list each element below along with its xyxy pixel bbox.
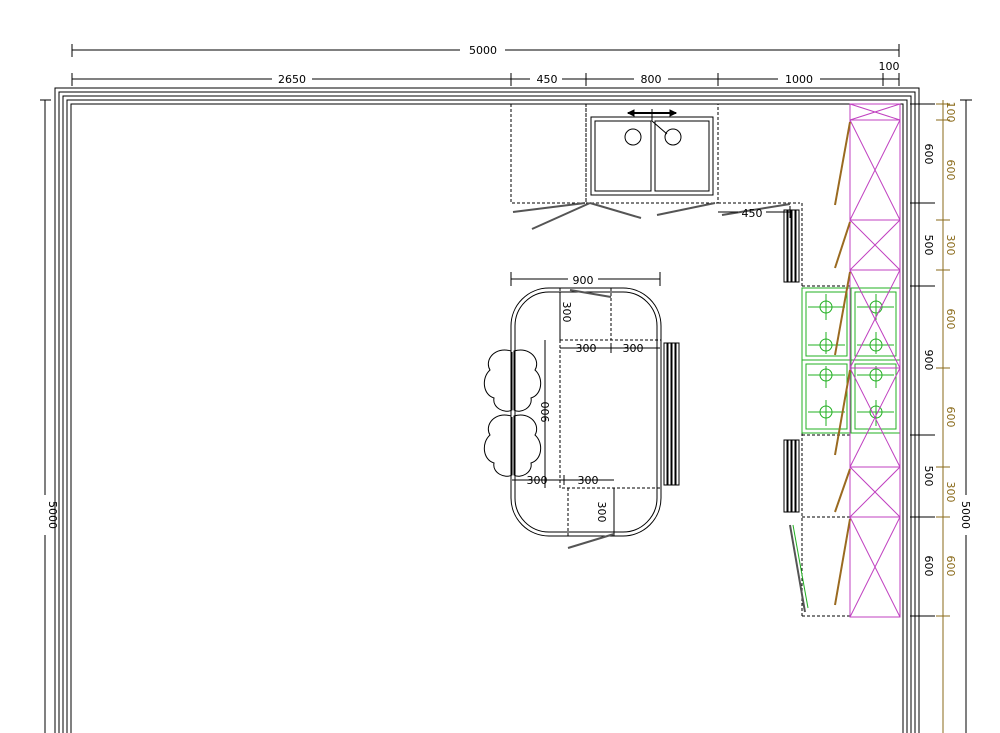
kitchen-floor-plan: 5000 2650 450 800 1000 100 5000 5000 100…	[40, 44, 972, 733]
top-dimension-100: 100	[879, 60, 900, 73]
right-brown-dim-100: 100	[944, 102, 957, 123]
island-appliance-front	[663, 342, 680, 486]
island-dim-300-top-right: 300	[623, 342, 644, 355]
right-brown-dim-600: 600	[944, 309, 957, 330]
island-dim-300-bottom-right: 300	[578, 474, 599, 487]
island-cabinet	[559, 288, 662, 536]
left-overall-dimension-label: 5000	[46, 501, 59, 529]
right-black-dim-600: 600	[922, 556, 935, 577]
sink-icon	[590, 109, 714, 196]
sink-gap-dimension-label: 450	[742, 207, 763, 220]
right-overall-dimension	[960, 99, 972, 733]
island-outline	[510, 287, 662, 537]
island-dim-300-bottom-vertical: 300	[595, 502, 608, 523]
right-brown-dim-600: 600	[944, 407, 957, 428]
island-depth-dimension-label: 900	[539, 402, 552, 423]
right-brown-dim-600: 600	[944, 160, 957, 181]
room-walls	[54, 87, 920, 733]
appliance-front-bottom	[783, 439, 800, 513]
right-cabinet-doors	[789, 524, 809, 613]
top-dimension-2650: 2650	[278, 73, 306, 86]
right-overall-dimension-label: 5000	[959, 501, 972, 529]
island-dim-300-top-vertical: 300	[560, 302, 573, 323]
right-brown-dim-600: 600	[944, 556, 957, 577]
stool-icon	[483, 414, 542, 477]
right-brown-dim-300: 300	[944, 235, 957, 256]
left-overall-dimension	[40, 99, 51, 733]
top-segment-dimensions	[71, 73, 900, 86]
right-black-dim-900: 900	[922, 350, 935, 371]
top-dimension-800: 800	[641, 73, 662, 86]
island-dim-300-bottom-left: 300	[527, 474, 548, 487]
hob-icon	[801, 287, 901, 434]
top-dimension-450: 450	[537, 73, 558, 86]
island-dim-300-top-left: 300	[576, 342, 597, 355]
right-black-dim-500: 500	[922, 235, 935, 256]
appliance-front-top	[783, 209, 800, 283]
right-black-dim-600: 600	[922, 144, 935, 165]
island-inner-dimensions	[512, 292, 660, 536]
right-brown-dim-300: 300	[944, 482, 957, 503]
top-overall-dimension-label: 5000	[469, 44, 497, 57]
island-width-dimension-label: 900	[573, 274, 594, 287]
stool-icon	[483, 349, 542, 412]
right-black-dim-500: 500	[922, 466, 935, 487]
top-dimension-1000: 1000	[785, 73, 813, 86]
